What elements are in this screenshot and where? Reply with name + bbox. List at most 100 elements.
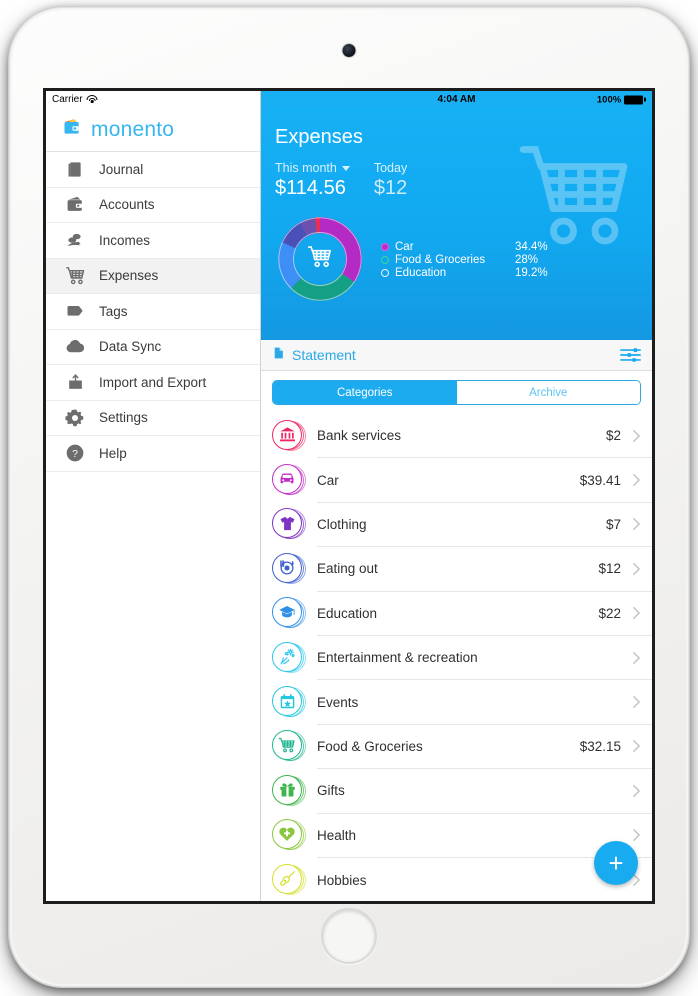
chevron-right-icon [632,562,641,576]
statement-tabs: Categories Archive [261,371,652,414]
clock: 4:04 AM [437,94,476,105]
category-amount: $7 [605,516,621,532]
tshirt-icon [272,508,306,541]
wallet-icon [64,194,86,216]
period-selector[interactable]: This month [275,161,350,175]
category-name: Education [317,605,378,621]
chevron-right-icon [632,517,641,531]
bank-icon [272,419,306,453]
sidebar-item-label: Tags [99,303,128,319]
sidebar-item-accounts[interactable]: Accounts [46,188,260,223]
today-metric: Today $12 [374,161,407,200]
carrier-label: Carrier [52,94,83,105]
legend-item: Education 19.2% [381,267,548,279]
statement-bar: Statement [261,340,652,371]
battery-icon [624,95,644,104]
category-name: Hobbies [317,872,367,888]
tag-icon [64,300,86,322]
main-pane: 4:04 AM 100% Expenses This month $114.56… [261,91,652,901]
svg-text:?: ? [72,449,78,460]
category-row[interactable]: Entertainment & recreation [261,636,652,681]
chevron-right-icon [632,473,641,487]
category-row[interactable]: Education $22 [261,592,652,636]
upload-box-icon [64,371,86,393]
sidebar-status-bar: Carrier [46,91,260,108]
category-row[interactable]: Food & Groceries $32.15 [261,725,652,770]
category-name: Bank services [317,428,402,444]
legend-value: 19.2% [515,267,548,279]
sidebar-item-label: Data Sync [99,339,162,355]
sidebar-item-help[interactable]: ? Help [46,436,260,472]
cloud-icon [64,336,86,358]
cart-icon [272,730,306,763]
period-amount: $114.56 [275,177,346,199]
category-name: Health [317,827,357,843]
cart-icon [64,265,86,287]
device-screen: Carrier monento Journal Accounts Incomes… [43,88,655,904]
sidebar-item-incomes[interactable]: Incomes [46,223,260,259]
category-amount: $32.15 [579,738,621,754]
category-name: Car [317,472,339,488]
front-camera [342,44,356,57]
sidebar-item-import-and-export[interactable]: Import and Export [46,365,260,401]
category-row[interactable]: Car $39.41 [261,458,652,503]
graduation-icon [272,597,306,630]
category-list[interactable]: Bank services $2 Car $39.41 Clothing $7 Eating… [261,414,652,901]
tab-categories[interactable]: Categories [273,381,457,404]
sidebar-item-label: Import and Export [99,374,207,390]
wifi-icon [86,95,98,104]
category-name: Clothing [317,516,367,532]
category-row[interactable]: Events [261,680,652,725]
legend-label: Food & Groceries [395,254,486,266]
tab-archive[interactable]: Archive [456,381,640,404]
chevron-right-icon [632,784,641,798]
category-name: Food & Groceries [317,738,423,754]
question-icon: ? [64,442,86,464]
sidebar-item-settings[interactable]: Settings [46,401,260,436]
guitar-icon [272,863,306,897]
sidebar-item-expenses[interactable]: Expenses [46,258,260,294]
add-expense-button[interactable]: + [594,841,638,885]
book-icon [64,158,86,180]
sliders-icon[interactable] [620,347,641,363]
sidebar-nav: Journal Accounts Incomes Expenses Tags D… [46,152,260,472]
legend-swatch [381,256,389,264]
chevron-right-icon [632,828,641,842]
category-row[interactable]: Gifts [261,769,652,814]
legend-label: Education [395,267,447,279]
donut-segment [281,222,309,250]
today-amount: $12 [373,177,408,199]
today-label: Today [373,161,408,175]
category-amount: $39.41 [579,472,621,488]
car-icon [272,464,306,497]
plus-icon: + [608,848,624,878]
category-row[interactable]: Eating out $12 [261,547,652,592]
category-row[interactable]: Clothing $7 [261,503,652,548]
chevron-right-icon [632,695,641,709]
chevron-right-icon [632,606,641,620]
document-icon [272,345,285,366]
calendar-icon [272,686,306,719]
tablet-device-frame: Carrier monento Journal Accounts Incomes… [9,7,689,987]
category-row[interactable]: Bank services $2 [261,414,652,459]
expenses-donut-chart[interactable] [273,212,367,306]
category-amount: $2 [605,428,621,444]
category-name: Events [317,694,359,710]
wallet-icon [62,117,82,142]
category-amount: $22 [598,605,621,621]
category-row[interactable]: Health [261,814,652,858]
sidebar-item-tags[interactable]: Tags [46,294,260,330]
sidebar-item-journal[interactable]: Journal [46,152,260,188]
sidebar-item-label: Help [99,445,127,461]
legend-label: Car [395,241,414,253]
home-button[interactable] [321,908,377,964]
shopping-cart-icon [307,244,333,275]
donut-segment [300,217,318,237]
sidebar: Carrier monento Journal Accounts Incomes… [46,91,261,901]
category-name: Entertainment & recreation [317,650,478,666]
legend-swatch [381,243,389,251]
sidebar-item-data-sync[interactable]: Data Sync [46,330,260,365]
gear-icon [64,407,86,429]
sidebar-item-label: Incomes [99,232,151,248]
sidebar-item-label: Accounts [99,197,155,213]
